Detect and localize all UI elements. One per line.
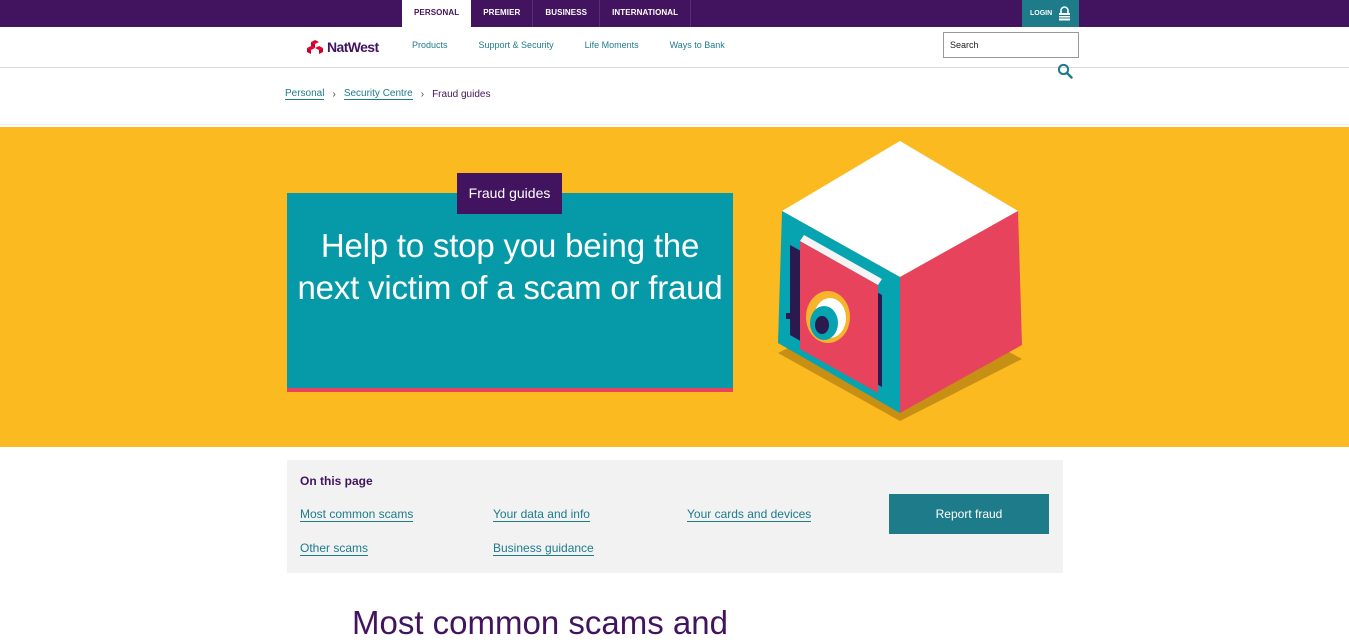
safe-illustration	[778, 141, 1022, 421]
link-your-cards-and-devices[interactable]: Your cards and devices	[687, 507, 812, 522]
tab-personal[interactable]: PERSONAL	[402, 0, 472, 27]
tab-business[interactable]: BUSINESS	[533, 0, 601, 27]
login-button[interactable]: LOGIN	[1022, 0, 1079, 27]
search-input[interactable]	[943, 32, 1079, 58]
breadcrumb-current: Fraud guides	[432, 88, 491, 100]
nav-links: Products Support & Security Life Moments…	[412, 40, 756, 50]
hero-tag: Fraud guides	[457, 173, 562, 214]
nav-life-moments[interactable]: Life Moments	[585, 40, 639, 50]
link-other-scams[interactable]: Other scams	[300, 541, 369, 556]
hero-banner: Fraud guides Help to stop you being the …	[0, 127, 1349, 447]
natwest-logo[interactable]: NatWest	[307, 39, 379, 55]
breadcrumb-personal[interactable]: Personal	[285, 88, 325, 100]
on-this-page-title: On this page	[300, 474, 373, 488]
main-nav: NatWest Products Support & Security Life…	[0, 27, 1349, 79]
natwest-cubes-icon	[307, 40, 323, 54]
nav-ways-to-bank[interactable]: Ways to Bank	[670, 40, 725, 50]
segment-tabs: PERSONAL PREMIER BUSINESS INTERNATIONAL	[402, 0, 692, 27]
lock-icon	[1059, 6, 1071, 21]
chevron-right-icon: ›	[420, 88, 425, 100]
search-icon[interactable]	[1057, 63, 1073, 79]
chevron-right-icon: ›	[332, 88, 336, 100]
top-segment-bar: PERSONAL PREMIER BUSINESS INTERNATIONAL …	[0, 0, 1349, 27]
section-heading: Most common scams and	[352, 604, 728, 641]
login-label: LOGIN	[1030, 10, 1053, 17]
tab-international[interactable]: INTERNATIONAL	[600, 0, 692, 27]
link-business-guidance[interactable]: Business guidance	[493, 541, 594, 556]
nav-products[interactable]: Products	[412, 40, 448, 50]
breadcrumb-security-centre[interactable]: Security Centre	[343, 88, 413, 100]
page-title: Help to stop you being the next victim o…	[297, 227, 723, 306]
breadcrumb: Personal › Security Centre › Fraud guide…	[285, 88, 490, 100]
nav-support-security[interactable]: Support & Security	[479, 40, 554, 50]
on-this-page-panel: On this page Most common scams Your data…	[287, 460, 1063, 573]
tab-premier[interactable]: PREMIER	[471, 0, 534, 27]
report-fraud-button[interactable]: Report fraud	[889, 494, 1049, 534]
brand-name: NatWest	[327, 39, 379, 55]
link-your-data-and-info[interactable]: Your data and info	[493, 507, 590, 522]
divider	[0, 124, 1349, 125]
link-most-common-scams[interactable]: Most common scams	[300, 507, 414, 522]
